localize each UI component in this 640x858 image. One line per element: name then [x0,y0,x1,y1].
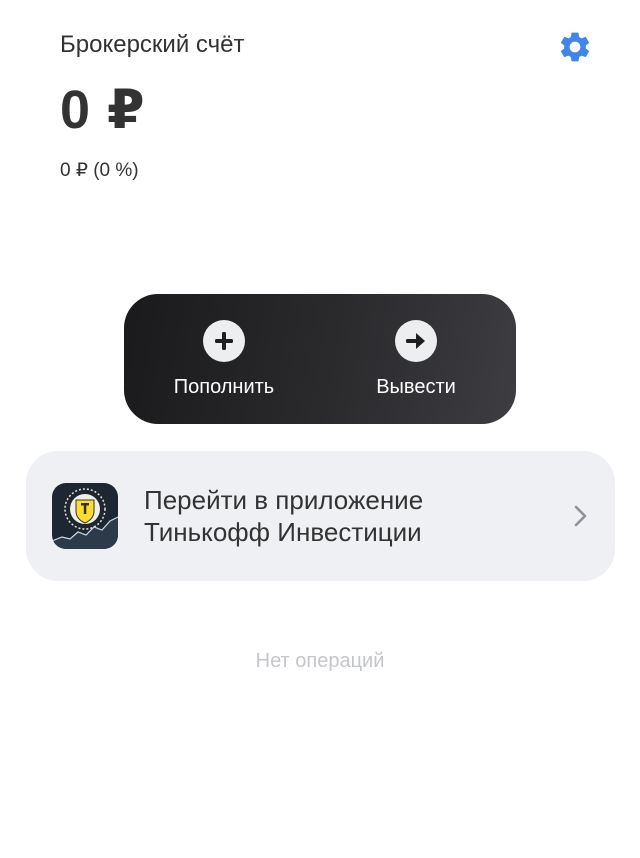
arrow-right-icon [395,320,437,362]
app-link-line2: Тинькофф Инвестиции [144,517,422,547]
settings-button[interactable] [556,28,594,66]
actions-card: Пополнить Вывести [124,294,516,424]
account-title: Брокерский счёт [60,31,245,58]
open-investments-app-card[interactable]: Перейти в приложение Тинькофф Инвестиции [26,451,615,581]
plus-icon [203,320,245,362]
tinkoff-investments-app-icon [52,483,118,549]
app-link-text: Перейти в приложение Тинькофф Инвестиции [144,484,423,548]
withdraw-button[interactable]: Вывести [346,294,486,424]
deposit-label: Пополнить [173,376,275,398]
chevron-right-icon [574,505,587,527]
app-link-line1: Перейти в приложение [144,485,424,515]
withdraw-label: Вывести [376,376,456,398]
gear-icon [560,32,590,62]
balance-change: 0 ₽ (0 %) [60,160,139,181]
empty-operations-text: Нет операций [255,650,385,672]
deposit-button[interactable]: Пополнить [154,294,294,424]
balance-amount: 0 ₽ [60,80,146,140]
